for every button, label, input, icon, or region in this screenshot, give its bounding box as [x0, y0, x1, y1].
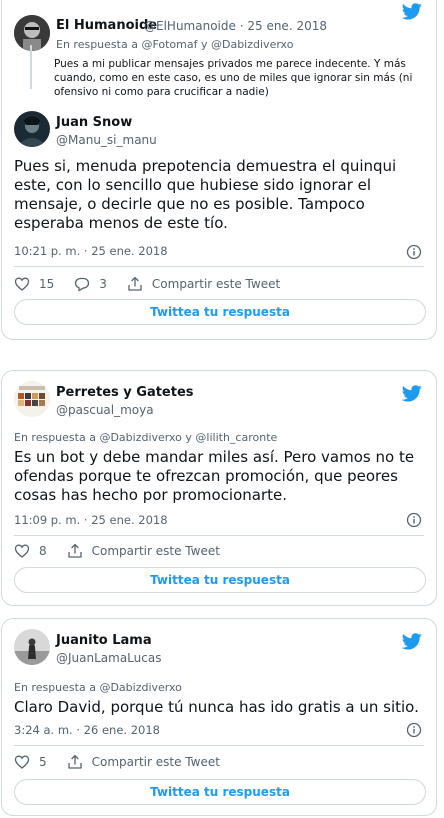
tweet-your-reply-button[interactable]: Twittea tu respuesta: [14, 567, 426, 593]
tweet-text: Pues si, menuda prepotencia demuestra el…: [14, 157, 397, 232]
quoted-reply-line: En respuesta a @Fotomaf y @Dabizdiverxo: [56, 38, 293, 51]
like-count: 5: [39, 755, 47, 769]
like-button[interactable]: 15: [14, 276, 54, 292]
avatar[interactable]: [14, 111, 50, 147]
action-bar: 5 Compartir este Tweet: [14, 752, 234, 772]
quoted-date[interactable]: 25 ene. 2018: [247, 19, 327, 33]
author-handle[interactable]: @Manu_si_manu: [56, 133, 157, 147]
tweet-card: Juanito Lama @JuanLamaLucas En respuesta…: [1, 618, 437, 816]
share-label: Compartir este Tweet: [91, 755, 220, 769]
reply-count: 3: [99, 277, 107, 291]
heart-icon: [14, 544, 30, 558]
heart-icon: [14, 277, 30, 291]
avatar[interactable]: [14, 15, 50, 51]
reply-to-users[interactable]: @Fotomaf y @Dabizdiverxo: [141, 38, 293, 51]
reply-icon: [75, 277, 90, 292]
tweet-timestamp[interactable]: 3:24 a. m. · 26 ene. 2018: [14, 723, 160, 737]
separator-dot: ·: [239, 19, 244, 33]
like-button[interactable]: 8: [14, 543, 47, 559]
twitter-bird-icon[interactable]: [402, 1, 422, 21]
action-bar: 15 3 Compartir este Tweet: [14, 274, 294, 294]
divider: [14, 535, 424, 536]
twitter-bird-icon[interactable]: [402, 383, 422, 403]
tweet-your-reply-button[interactable]: Twittea tu respuesta: [14, 779, 426, 805]
tweet-card: Perretes y Gatetes @pascual_moya En resp…: [1, 370, 437, 606]
reply-line[interactable]: En respuesta a @Dabizdiverxo: [14, 681, 182, 694]
author-handle[interactable]: @JuanLamaLucas: [56, 651, 161, 665]
quoted-author-handle[interactable]: @ElHumanoide: [144, 19, 236, 33]
tweet-your-reply-button[interactable]: Twittea tu respuesta: [14, 299, 426, 325]
info-icon[interactable]: [406, 244, 422, 260]
author-handle[interactable]: @pascual_moya: [56, 403, 154, 417]
tweet-text: Es un bot y debe mandar miles así. Pero …: [14, 448, 415, 504]
tweet-text: Claro David, porque tú nunca has ido gra…: [14, 698, 419, 716]
quoted-author-meta: @ElHumanoide · 25 ene. 2018: [144, 19, 327, 33]
quoted-author-name[interactable]: El Humanoide: [56, 18, 157, 33]
divider: [14, 266, 424, 267]
quoted-tweet-text: Pues a mi publicar mensajes privados me …: [54, 58, 413, 98]
tweet-card: El Humanoide @ElHumanoide · 25 ene. 2018…: [1, 0, 437, 340]
tweet-timestamp[interactable]: 11:09 p. m. · 25 ene. 2018: [14, 513, 168, 527]
share-icon: [128, 276, 142, 291]
like-button[interactable]: 5: [14, 754, 47, 770]
share-button[interactable]: Compartir este Tweet: [67, 754, 220, 770]
avatar[interactable]: [14, 629, 50, 665]
author-name[interactable]: Juan Snow: [56, 115, 132, 130]
thread-line: [30, 45, 32, 89]
share-button[interactable]: Compartir este Tweet: [67, 543, 220, 559]
like-count: 8: [39, 544, 47, 558]
divider: [14, 745, 424, 746]
info-icon[interactable]: [406, 722, 422, 738]
author-name[interactable]: Juanito Lama: [56, 633, 152, 648]
reply-prefix: En respuesta a: [56, 38, 138, 51]
avatar[interactable]: [14, 381, 50, 417]
share-label: Compartir este Tweet: [151, 277, 281, 291]
share-label: Compartir este Tweet: [91, 544, 220, 558]
reply-line[interactable]: En respuesta a @Dabizdiverxo y @lilith_c…: [14, 431, 277, 444]
tweet-timestamp[interactable]: 10:21 p. m. · 25 ene. 2018: [14, 244, 168, 258]
info-icon[interactable]: [406, 512, 422, 528]
action-bar: 8 Compartir este Tweet: [14, 541, 234, 561]
share-button[interactable]: Compartir este Tweet: [127, 276, 280, 292]
twitter-bird-icon[interactable]: [402, 631, 422, 651]
heart-icon: [14, 755, 30, 769]
share-icon: [67, 754, 82, 769]
reply-button[interactable]: 3: [74, 276, 107, 292]
like-count: 15: [39, 277, 55, 291]
share-icon: [67, 543, 82, 558]
author-name[interactable]: Perretes y Gatetes: [56, 385, 194, 400]
